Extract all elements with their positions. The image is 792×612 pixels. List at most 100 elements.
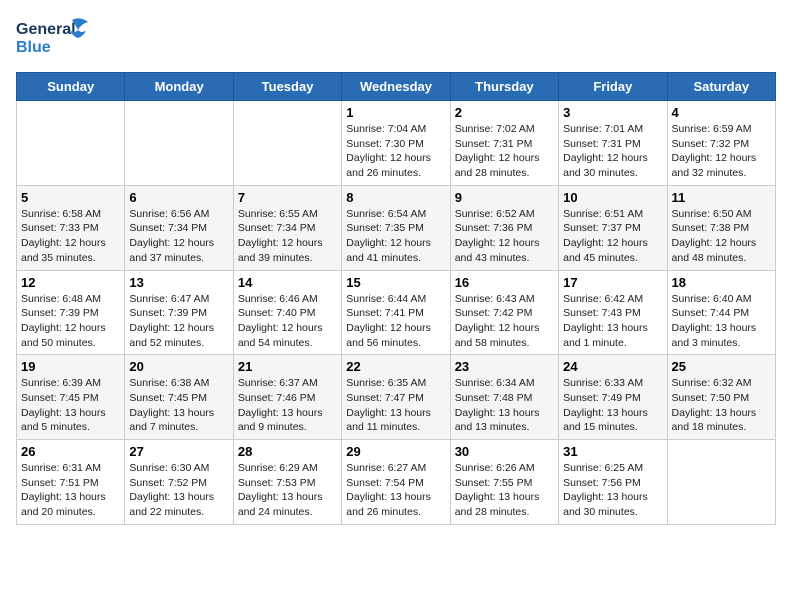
day-info: Sunrise: 6:35 AM Sunset: 7:47 PM Dayligh… (346, 376, 445, 435)
day-number: 14 (238, 275, 337, 290)
calendar-week-row: 12 Sunrise: 6:48 AM Sunset: 7:39 PM Dayli… (17, 270, 776, 355)
calendar-cell: 7 Sunrise: 6:55 AM Sunset: 7:34 PM Daylig… (233, 185, 341, 270)
day-number: 12 (21, 275, 120, 290)
day-number: 17 (563, 275, 662, 290)
logo-svg: GeneralBlue (16, 16, 96, 60)
day-info: Sunrise: 6:46 AM Sunset: 7:40 PM Dayligh… (238, 292, 337, 351)
day-number: 26 (21, 444, 120, 459)
calendar-cell (17, 101, 125, 186)
calendar-cell (125, 101, 233, 186)
day-number: 18 (672, 275, 771, 290)
day-number: 7 (238, 190, 337, 205)
day-number: 6 (129, 190, 228, 205)
day-number: 4 (672, 105, 771, 120)
calendar-cell: 26 Sunrise: 6:31 AM Sunset: 7:51 PM Dayli… (17, 440, 125, 525)
day-number: 10 (563, 190, 662, 205)
day-number: 3 (563, 105, 662, 120)
day-info: Sunrise: 6:25 AM Sunset: 7:56 PM Dayligh… (563, 461, 662, 520)
day-header-wednesday: Wednesday (342, 73, 450, 101)
calendar-cell: 31 Sunrise: 6:25 AM Sunset: 7:56 PM Dayli… (559, 440, 667, 525)
day-info: Sunrise: 6:27 AM Sunset: 7:54 PM Dayligh… (346, 461, 445, 520)
calendar-cell (667, 440, 775, 525)
svg-text:General: General (16, 21, 76, 38)
day-header-monday: Monday (125, 73, 233, 101)
calendar-cell: 24 Sunrise: 6:33 AM Sunset: 7:49 PM Dayli… (559, 355, 667, 440)
day-header-tuesday: Tuesday (233, 73, 341, 101)
day-number: 25 (672, 359, 771, 374)
calendar-cell: 18 Sunrise: 6:40 AM Sunset: 7:44 PM Dayli… (667, 270, 775, 355)
logo: GeneralBlue (16, 16, 96, 60)
day-info: Sunrise: 6:26 AM Sunset: 7:55 PM Dayligh… (455, 461, 554, 520)
calendar-cell: 1 Sunrise: 7:04 AM Sunset: 7:30 PM Daylig… (342, 101, 450, 186)
calendar-week-row: 26 Sunrise: 6:31 AM Sunset: 7:51 PM Dayli… (17, 440, 776, 525)
day-info: Sunrise: 6:40 AM Sunset: 7:44 PM Dayligh… (672, 292, 771, 351)
day-number: 23 (455, 359, 554, 374)
calendar-cell: 17Sunrise: 6:42 AM Sunset: 7:43 PM Dayli… (559, 270, 667, 355)
day-info: Sunrise: 6:55 AM Sunset: 7:34 PM Dayligh… (238, 207, 337, 266)
day-info: Sunrise: 6:43 AM Sunset: 7:42 PM Dayligh… (455, 292, 554, 351)
calendar-week-row: 5Sunrise: 6:58 AM Sunset: 7:33 PM Daylig… (17, 185, 776, 270)
calendar-cell: 6 Sunrise: 6:56 AM Sunset: 7:34 PM Daylig… (125, 185, 233, 270)
calendar-cell: 16 Sunrise: 6:43 AM Sunset: 7:42 PM Dayli… (450, 270, 558, 355)
day-info: Sunrise: 6:30 AM Sunset: 7:52 PM Dayligh… (129, 461, 228, 520)
day-info: Sunrise: 6:29 AM Sunset: 7:53 PM Dayligh… (238, 461, 337, 520)
calendar-cell: 5Sunrise: 6:58 AM Sunset: 7:33 PM Daylig… (17, 185, 125, 270)
calendar-cell: 25Sunrise: 6:32 AM Sunset: 7:50 PM Dayli… (667, 355, 775, 440)
day-info: Sunrise: 6:52 AM Sunset: 7:36 PM Dayligh… (455, 207, 554, 266)
day-number: 1 (346, 105, 445, 120)
day-number: 16 (455, 275, 554, 290)
day-number: 31 (563, 444, 662, 459)
calendar-cell: 11 Sunrise: 6:50 AM Sunset: 7:38 PM Dayli… (667, 185, 775, 270)
calendar-cell: 12 Sunrise: 6:48 AM Sunset: 7:39 PM Dayli… (17, 270, 125, 355)
calendar-cell: 8 Sunrise: 6:54 AM Sunset: 7:35 PM Daylig… (342, 185, 450, 270)
day-info: Sunrise: 6:39 AM Sunset: 7:45 PM Dayligh… (21, 376, 120, 435)
day-number: 19 (21, 359, 120, 374)
day-info: Sunrise: 6:59 AM Sunset: 7:32 PM Dayligh… (672, 122, 771, 181)
calendar-cell: 22 Sunrise: 6:35 AM Sunset: 7:47 PM Dayli… (342, 355, 450, 440)
day-info: Sunrise: 7:01 AM Sunset: 7:31 PM Dayligh… (563, 122, 662, 181)
calendar-table: SundayMondayTuesdayWednesdayThursdayFrid… (16, 72, 776, 525)
day-number: 2 (455, 105, 554, 120)
day-info: Sunrise: 6:56 AM Sunset: 7:34 PM Dayligh… (129, 207, 228, 266)
day-header-saturday: Saturday (667, 73, 775, 101)
calendar-cell: 14 Sunrise: 6:46 AM Sunset: 7:40 PM Dayli… (233, 270, 341, 355)
day-number: 27 (129, 444, 228, 459)
calendar-cell: 20Sunrise: 6:38 AM Sunset: 7:45 PM Dayli… (125, 355, 233, 440)
calendar-cell: 15 Sunrise: 6:44 AM Sunset: 7:41 PM Dayli… (342, 270, 450, 355)
calendar-cell: 4 Sunrise: 6:59 AM Sunset: 7:32 PM Daylig… (667, 101, 775, 186)
calendar-cell: 28Sunrise: 6:29 AM Sunset: 7:53 PM Dayli… (233, 440, 341, 525)
page-header: GeneralBlue (16, 16, 776, 60)
day-info: Sunrise: 6:37 AM Sunset: 7:46 PM Dayligh… (238, 376, 337, 435)
day-info: Sunrise: 7:04 AM Sunset: 7:30 PM Dayligh… (346, 122, 445, 181)
day-info: Sunrise: 6:34 AM Sunset: 7:48 PM Dayligh… (455, 376, 554, 435)
day-number: 8 (346, 190, 445, 205)
svg-text:Blue: Blue (16, 39, 51, 56)
day-info: Sunrise: 6:33 AM Sunset: 7:49 PM Dayligh… (563, 376, 662, 435)
calendar-cell: 9 Sunrise: 6:52 AM Sunset: 7:36 PM Daylig… (450, 185, 558, 270)
day-number: 22 (346, 359, 445, 374)
day-info: Sunrise: 6:54 AM Sunset: 7:35 PM Dayligh… (346, 207, 445, 266)
day-number: 11 (672, 190, 771, 205)
day-header-thursday: Thursday (450, 73, 558, 101)
day-number: 9 (455, 190, 554, 205)
calendar-cell: 19 Sunrise: 6:39 AM Sunset: 7:45 PM Dayli… (17, 355, 125, 440)
day-number: 21 (238, 359, 337, 374)
calendar-cell (233, 101, 341, 186)
day-info: Sunrise: 6:31 AM Sunset: 7:51 PM Dayligh… (21, 461, 120, 520)
day-info: Sunrise: 6:48 AM Sunset: 7:39 PM Dayligh… (21, 292, 120, 351)
day-number: 15 (346, 275, 445, 290)
calendar-cell: 23 Sunrise: 6:34 AM Sunset: 7:48 PM Dayli… (450, 355, 558, 440)
calendar-header-row: SundayMondayTuesdayWednesdayThursdayFrid… (17, 73, 776, 101)
day-info: Sunrise: 6:44 AM Sunset: 7:41 PM Dayligh… (346, 292, 445, 351)
calendar-cell: 3 Sunrise: 7:01 AM Sunset: 7:31 PM Daylig… (559, 101, 667, 186)
day-header-friday: Friday (559, 73, 667, 101)
day-number: 24 (563, 359, 662, 374)
day-info: Sunrise: 6:58 AM Sunset: 7:33 PM Dayligh… (21, 207, 120, 266)
day-number: 30 (455, 444, 554, 459)
day-info: Sunrise: 6:47 AM Sunset: 7:39 PM Dayligh… (129, 292, 228, 351)
day-info: Sunrise: 6:50 AM Sunset: 7:38 PM Dayligh… (672, 207, 771, 266)
calendar-week-row: 19 Sunrise: 6:39 AM Sunset: 7:45 PM Dayli… (17, 355, 776, 440)
day-number: 13 (129, 275, 228, 290)
calendar-cell: 2Sunrise: 7:02 AM Sunset: 7:31 PM Daylig… (450, 101, 558, 186)
day-number: 29 (346, 444, 445, 459)
